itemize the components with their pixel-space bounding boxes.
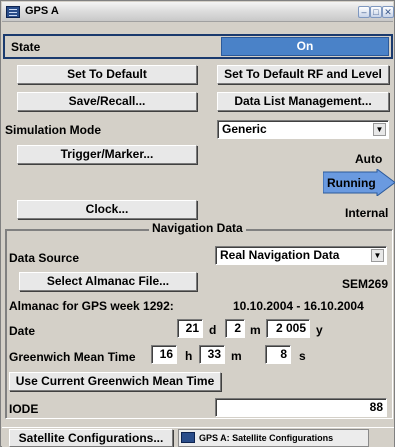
task-label: GPS A: Satellite Configurations (199, 433, 334, 443)
select-almanac-button[interactable]: Select Almanac File... (19, 272, 197, 291)
simulation-mode-select[interactable]: Generic ▼ (217, 120, 389, 139)
data-source-value: Real Navigation Data (220, 248, 340, 262)
data-source-label: Data Source (9, 251, 80, 265)
data-source-select[interactable]: Real Navigation Data ▼ (215, 246, 387, 265)
minimize-icon[interactable]: – (358, 6, 370, 18)
almanac-range-value: 10.10.2004 - 16.10.2004 (233, 299, 364, 313)
data-list-button[interactable]: Data List Management... (217, 92, 389, 111)
state-label: State (11, 40, 41, 54)
date-day-field[interactable]: 21 (177, 319, 203, 338)
chevron-down-icon[interactable]: ▼ (373, 123, 386, 136)
gmt-hour-unit: h (185, 349, 193, 363)
almanac-file-value: SEM269 (342, 277, 389, 291)
satellite-config-task-button[interactable]: GPS A: Satellite Configurations (178, 429, 369, 447)
gmt-label: Greenwich Mean Time (9, 350, 136, 364)
chevron-down-icon[interactable]: ▼ (371, 249, 384, 262)
simulation-mode-value: Generic (222, 122, 267, 136)
window-icon (181, 432, 195, 443)
clock-button[interactable]: Clock... (17, 200, 197, 219)
trigger-marker-button[interactable]: Trigger/Marker... (17, 145, 197, 164)
maximize-icon[interactable]: □ (370, 6, 382, 18)
date-label: Date (9, 324, 36, 338)
almanac-week-label: Almanac for GPS week 1292: (9, 299, 174, 313)
clock-source-value: Internal (345, 206, 389, 220)
date-day-unit: d (209, 323, 217, 337)
window-title: GPS A (25, 5, 59, 17)
iode-label: IODE (9, 402, 39, 416)
date-year-field[interactable]: 2 005 (266, 319, 310, 338)
date-month-field[interactable]: 2 (225, 319, 245, 338)
iode-field[interactable]: 88 (215, 398, 387, 417)
satellite-configurations-button[interactable]: Satellite Configurations... (9, 429, 173, 447)
set-default-button[interactable]: Set To Default (17, 65, 197, 84)
running-status: Running (327, 176, 376, 190)
app-icon (6, 6, 20, 18)
gmt-second-field[interactable]: 8 (265, 345, 291, 364)
trigger-mode-value: Auto (355, 152, 383, 166)
date-month-unit: m (250, 323, 261, 337)
title-bar[interactable]: GPS A – □ ✕ (2, 2, 394, 22)
use-current-gmt-button[interactable]: Use Current Greenwich Mean Time (9, 372, 221, 391)
gmt-minute-field[interactable]: 33 (199, 345, 225, 364)
gmt-minute-unit: m (231, 349, 242, 363)
gmt-second-unit: s (299, 349, 306, 363)
save-recall-button[interactable]: Save/Recall... (17, 92, 197, 111)
close-icon[interactable]: ✕ (382, 6, 394, 18)
date-year-unit: y (316, 323, 323, 337)
gps-window: GPS A – □ ✕ State On Set To Default Set … (0, 0, 395, 447)
set-default-rf-button[interactable]: Set To Default RF and Level (217, 65, 389, 84)
state-toggle[interactable]: On (221, 37, 389, 56)
gmt-hour-field[interactable]: 16 (151, 345, 177, 364)
state-row: State On (3, 34, 393, 59)
navigation-data-title: Navigation Data (149, 221, 246, 235)
simulation-mode-label: Simulation Mode (5, 123, 101, 137)
